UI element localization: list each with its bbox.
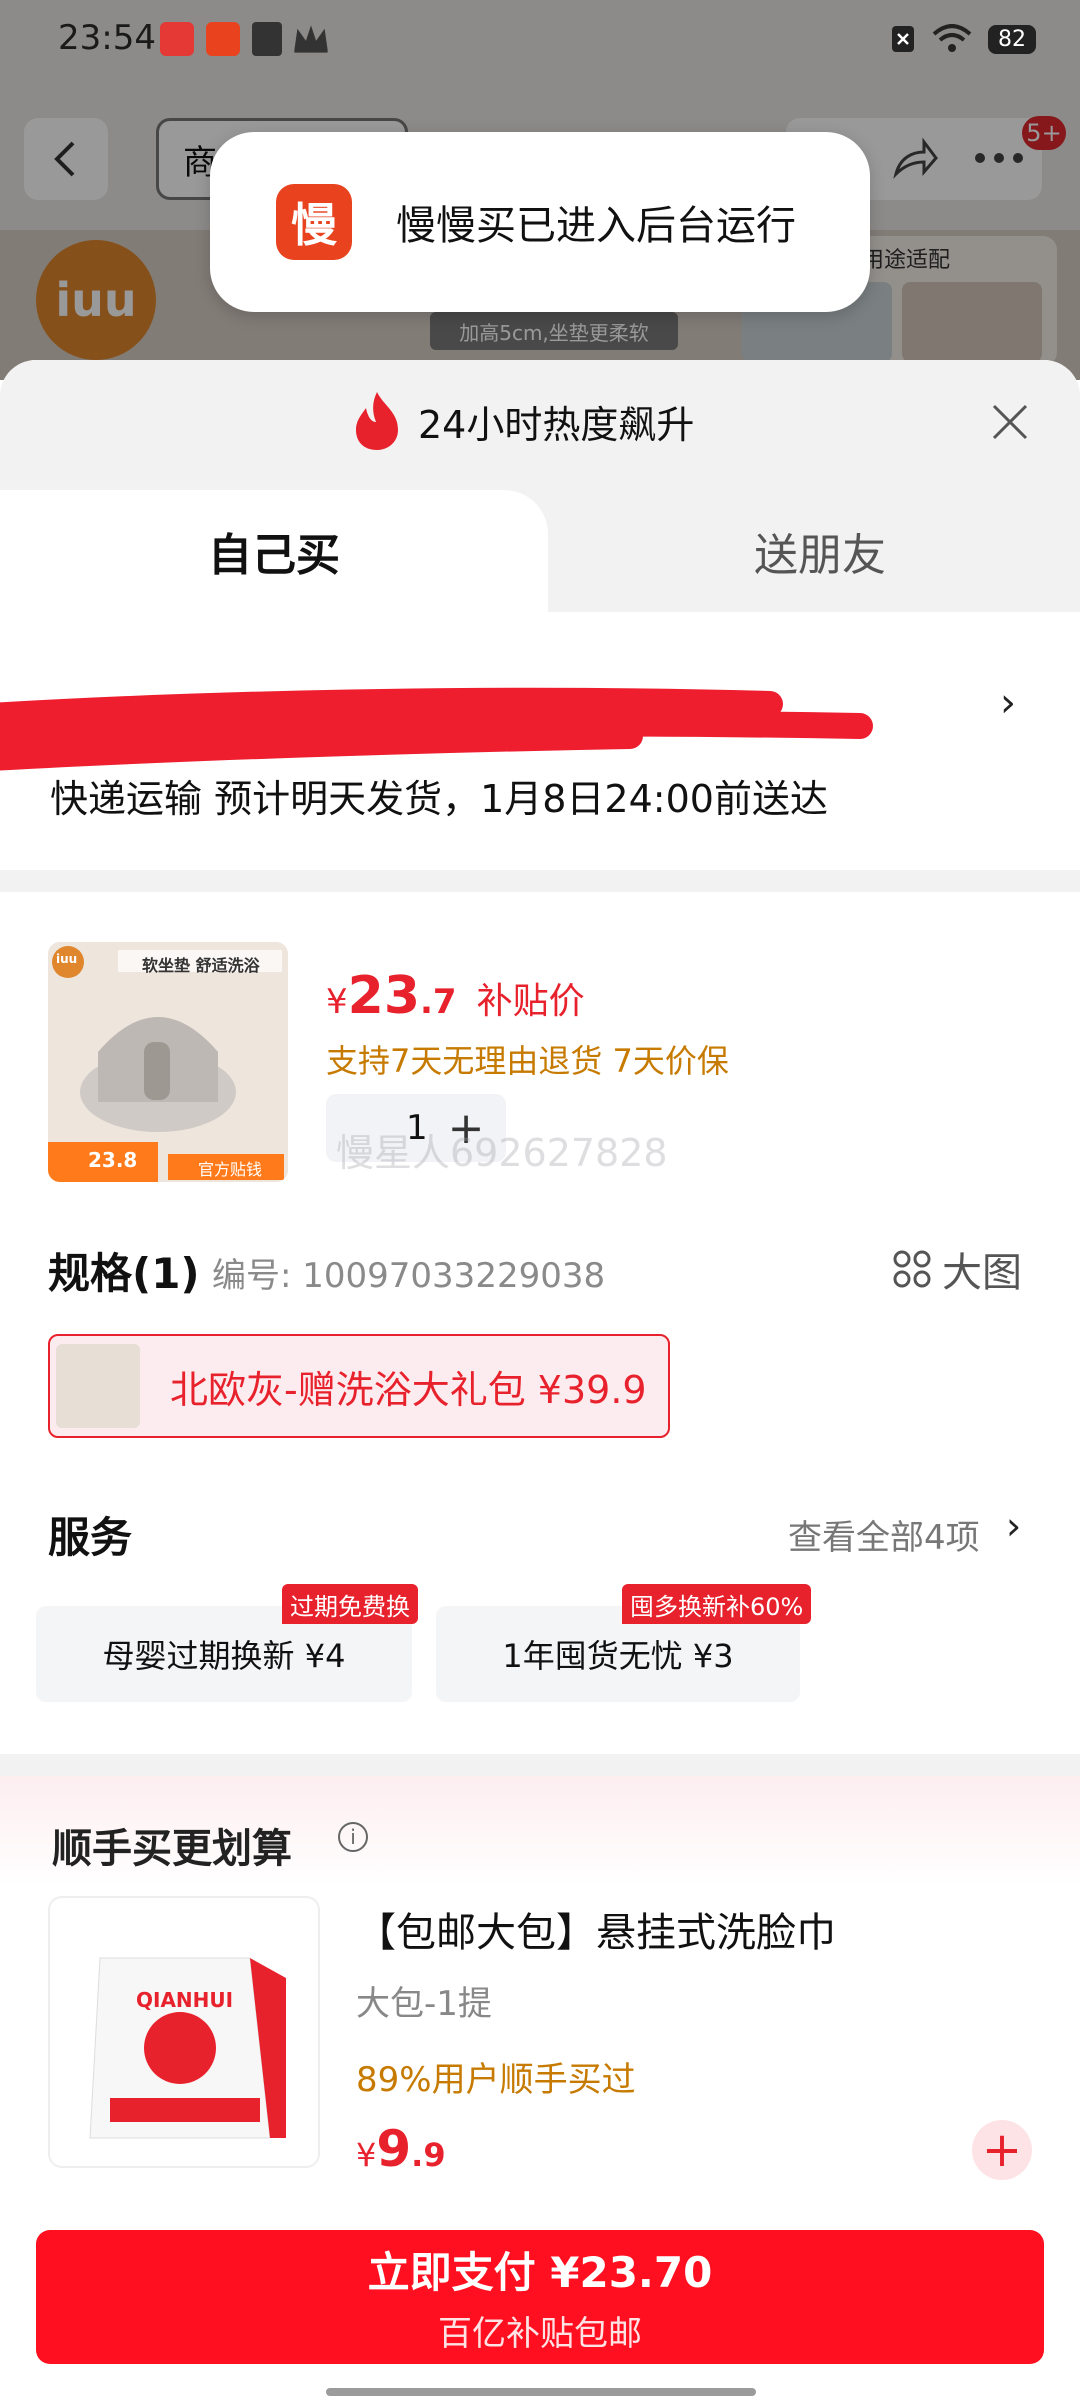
image-title: 软坐垫 舒适洗浴 [142,956,260,975]
addon-price-integer: 9 [376,2120,412,2178]
address-arrow-icon[interactable]: › [1000,680,1016,726]
hot-trend: 24小时热度飙升 [350,390,694,452]
add-addon-button[interactable]: + [972,2120,1032,2180]
status-time: 23:54 [58,18,156,58]
addon-spec: 大包-1提 [356,1984,492,2024]
price-integer: 23 [347,966,421,1026]
battery-level: 82 [988,24,1036,54]
service-badge-2: 囤多换新补60% [622,1584,812,1624]
product-code: 编号: 10097033229038 [212,1256,606,1296]
spec-option-label: 北欧灰-赠洗浴大礼包 ¥39.9 [170,1367,647,1412]
status-right: 82 [890,24,1036,54]
spec-title: 规格(1) [48,1249,200,1298]
services-title: 服务 [48,1513,133,1562]
service-badge-1: 过期免费换 [282,1584,418,1624]
toast-message: 慢慢买已进入后台运行 [396,203,796,249]
spec-option-thumbnail [56,1344,140,1428]
addon-product-image[interactable]: QIANHUI [48,1896,320,2168]
purchase-tabs: 自己买 送朋友 [0,490,1080,612]
divider [0,870,1080,892]
manmanmai-app-icon: 慢 [276,184,352,260]
addon-price-currency: ¥ [356,2136,377,2174]
price-currency: ¥ [326,982,348,1022]
sim-icon [892,26,914,52]
grid-icon [893,1250,931,1288]
price-decimal: .7 [420,982,457,1022]
big-image-button[interactable]: 大图 [892,1240,1022,1298]
pay-subsidy-label: 百亿补贴包邮 [438,2314,642,2354]
close-icon[interactable] [988,400,1032,444]
delivery-estimate: 快递运输 预计明天发货，1月8日24:00前送达 [50,777,828,821]
order-sheet: 24小时热度飙升 自己买 送朋友 › 快递运输 预计明天发货，1月8日24:00… [0,360,1080,2400]
watermark: 慢星人692627828 [336,1131,668,1175]
info-icon[interactable]: i [338,1822,368,1852]
chevron-right-icon[interactable]: › [1006,1504,1021,1548]
addon-social-proof: 89%用户顺手买过 [356,2060,636,2100]
hot-trend-text: 24小时热度飙升 [418,402,695,447]
price-tag: 补贴价 [476,981,585,1022]
pay-now-button[interactable]: 立即支付 ¥23.70 百亿补贴包邮 [36,2230,1044,2364]
big-image-label: 大图 [942,1250,1022,1296]
tab-gift-friend[interactable]: 送朋友 [560,490,1080,612]
manmanmai-notification-icon [206,22,240,56]
product-image[interactable]: iuu 软坐垫 舒适洗浴 23.8 官方贴钱 [48,942,288,1182]
wifi-icon [932,24,972,52]
image-price: 23.8 [88,1148,138,1172]
pay-now-label: 立即支付 ¥23.70 [367,2248,713,2297]
addon-name[interactable]: 【包邮大包】悬挂式洗脸巾 [356,1900,836,1958]
services-see-all[interactable]: 查看全部4项 [788,1510,980,1559]
product-price: ¥ 23 .7 补贴价 [326,966,585,1026]
image-official: 官方贴钱 [198,1160,263,1179]
sheet-header: 24小时热度飙升 [0,360,1080,500]
flame-icon [356,392,398,450]
divider [0,1754,1080,1776]
app-notification-icon [160,22,194,56]
home-indicator[interactable] [326,2388,756,2396]
addon-title: 顺手买更划算 [52,1826,292,1872]
return-guarantee: 支持7天无理由退货 7天价保 [326,1042,729,1080]
image-brand: iuu [56,952,78,966]
tab-buy-self[interactable]: 自己买 [0,490,548,612]
spec-option-selected[interactable]: 北欧灰-赠洗浴大礼包 ¥39.9 [48,1334,670,1438]
notification-icons [160,22,328,56]
crown-icon [294,25,328,53]
addon-image-brand: QIANHUI [136,1988,234,2012]
background-toast: 慢 慢慢买已进入后台运行 [210,132,870,312]
addon-price-decimal: .9 [411,2136,446,2174]
book-icon [252,22,282,56]
addon-price: ¥ 9 .9 [356,2120,446,2178]
status-bar: 23:54 82 [0,0,1080,84]
